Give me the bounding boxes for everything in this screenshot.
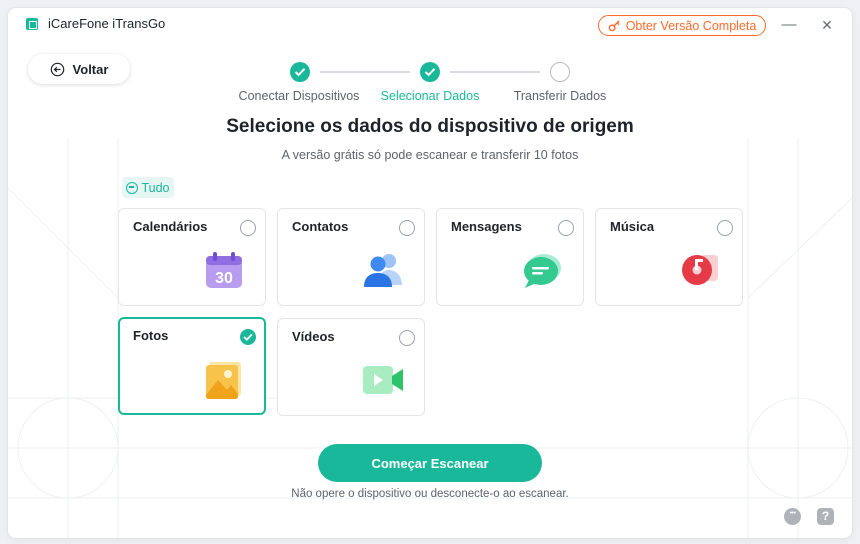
card-title: Mensagens [451,219,522,234]
step-connector-2 [450,71,540,73]
contacts-icon [364,254,402,287]
music-checkbox[interactable] [717,220,733,236]
category-card-calendars[interactable]: Calendários 30 [118,208,266,306]
step-label-connect: Conectar Dispositivos [238,89,360,103]
calendars-checkbox[interactable] [240,220,256,236]
calendar-icon: 30 [206,252,242,288]
chat-support-icon[interactable] [784,508,801,525]
contacts-checkbox[interactable] [399,220,415,236]
music-icon [682,255,718,285]
key-icon [608,20,620,32]
app-window: iCareFone iTransGo Obter Versão Completa… [8,8,852,538]
step-label-select: Selecionar Dados [380,89,480,103]
photos-icon [206,362,241,399]
card-title: Fotos [133,328,169,343]
select-all-toggle[interactable]: Tudo [122,177,174,198]
step-label-transfer: Transferir Dados [513,89,607,103]
card-title: Contatos [292,219,349,234]
step-connector-1 [320,71,410,73]
upgrade-label: Obter Versão Completa [625,18,757,33]
card-title: Música [610,219,655,234]
category-card-photos[interactable]: Fotos [118,317,266,415]
videos-icon [363,366,403,394]
calendar-day-text: 30 [215,270,233,287]
step-2-check-icon [420,62,440,82]
scan-warning-text: Não opere o dispositivo ou desconecte-o … [291,488,569,500]
title-bar: iCareFone iTransGo Obter Versão Completa… [8,8,852,42]
back-arrow-icon [50,62,64,76]
back-label: Voltar [72,61,109,77]
messages-icon [524,254,561,288]
card-title: Calendários [133,219,208,234]
start-scan-button[interactable]: Começar Escanear [318,444,542,482]
help-icon[interactable]: ? [817,508,834,525]
card-title: Vídeos [292,329,335,344]
videos-checkbox[interactable] [399,330,415,346]
category-card-videos[interactable]: Vídeos [277,318,425,416]
close-button[interactable]: ✕ [818,16,836,34]
step-1-check-icon [290,62,310,82]
minus-circle-icon [126,181,139,194]
free-version-notice: A versão grátis só pode escanear e trans… [281,148,579,162]
select-all-label: Tudo [141,180,170,195]
back-button[interactable]: Voltar [28,54,130,84]
page-title: Selecione os dados do dispositivo de ori… [226,116,634,137]
photos-checkbox[interactable] [240,329,256,345]
upgrade-button[interactable]: Obter Versão Completa [598,15,766,36]
category-card-messages[interactable]: Mensagens [436,208,584,306]
app-logo-icon [26,18,38,30]
step-3-circle-icon [550,62,570,82]
minimize-button[interactable]: — [780,16,798,34]
messages-checkbox[interactable] [558,220,574,236]
app-title: iCareFone iTransGo [48,16,166,31]
category-card-contacts[interactable]: Contatos [277,208,425,306]
category-card-music[interactable]: Música [595,208,743,306]
